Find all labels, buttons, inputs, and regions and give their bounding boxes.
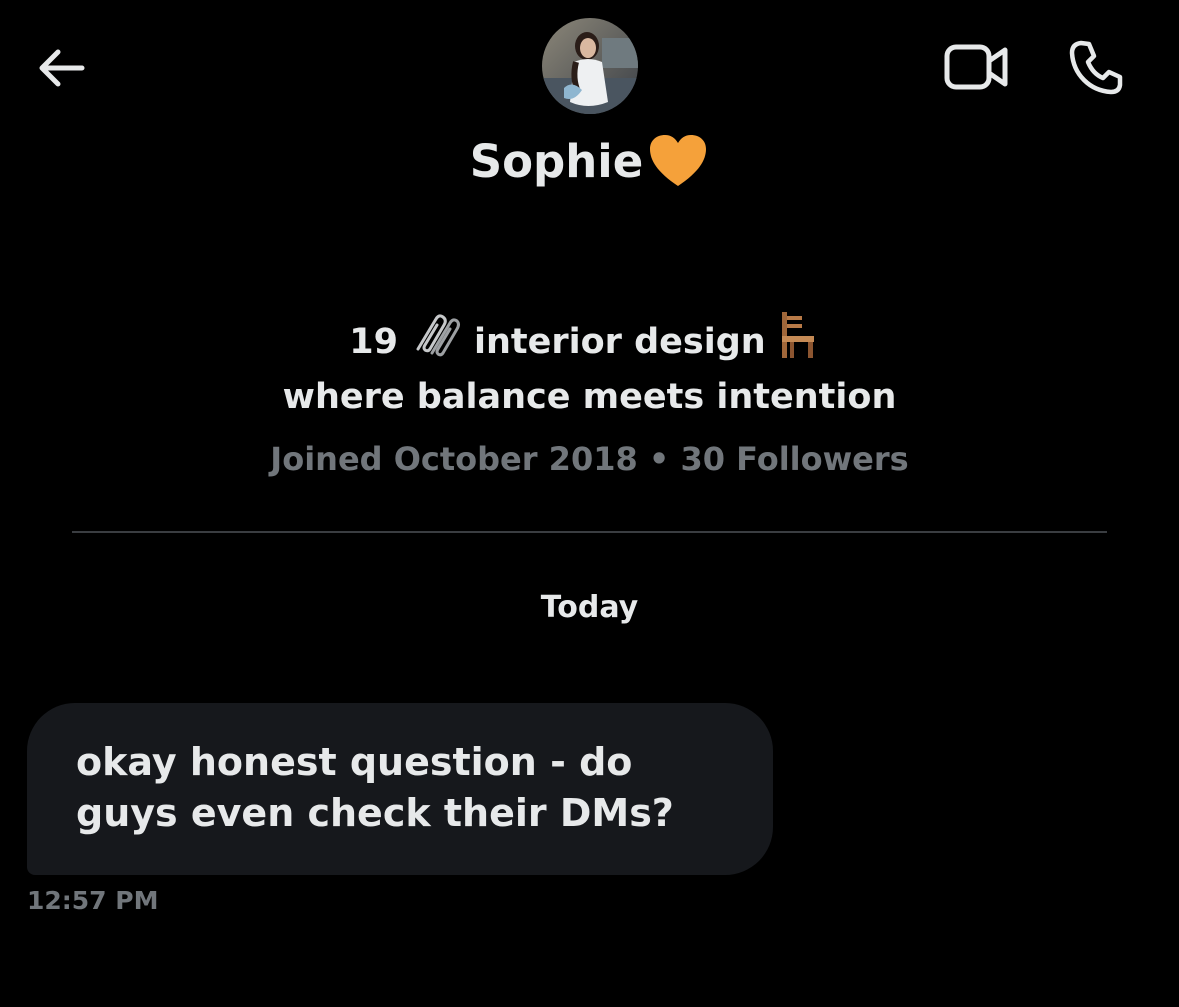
arrow-left-icon <box>39 49 85 87</box>
phone-icon <box>1069 40 1123 95</box>
video-call-button[interactable] <box>936 34 1016 100</box>
display-name: Sophie <box>469 134 644 188</box>
chair-icon <box>778 310 818 373</box>
message-bubble-incoming[interactable]: okay honest question - do guys even chec… <box>27 703 773 875</box>
back-button[interactable] <box>26 36 94 100</box>
voice-call-button[interactable] <box>1060 34 1132 100</box>
day-separator: Today <box>540 590 639 625</box>
bio-topic: interior design <box>473 321 766 362</box>
bio-line-1: 19 interior design <box>0 310 1179 373</box>
message-timestamp: 12:57 PM <box>27 886 159 915</box>
profile-bio: 19 interior design where balance meets i… <box>0 310 1179 421</box>
bio-tagline: where balance meets intention <box>282 377 897 417</box>
profile-avatar[interactable] <box>542 18 638 114</box>
bio-age: 19 <box>349 321 398 362</box>
divider <box>72 531 1107 533</box>
paperclips-icon <box>410 311 462 372</box>
avatar-photo <box>542 18 638 114</box>
orange-heart-icon <box>647 132 709 190</box>
profile-name-row: Sophie <box>0 132 1179 190</box>
message-text: okay honest question - do guys even chec… <box>76 740 674 835</box>
video-camera-icon <box>944 44 1008 90</box>
profile-meta: Joined October 2018 • 30 Followers <box>270 440 909 478</box>
